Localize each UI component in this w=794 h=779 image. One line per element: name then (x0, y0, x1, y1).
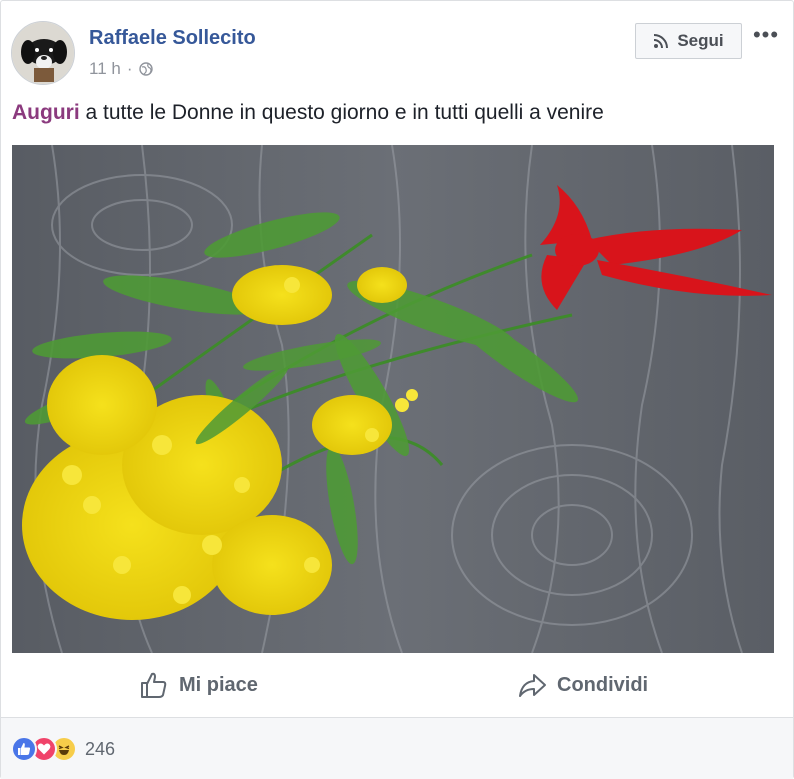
post-time[interactable]: 11 h (89, 59, 121, 79)
like-icon (11, 736, 37, 762)
avatar[interactable] (11, 21, 75, 85)
post-header: Raffaele Sollecito 11 h · Segui ••• (11, 19, 785, 87)
reactions-count: 246 (85, 738, 116, 759)
post-hashtag[interactable]: Auguri (12, 101, 80, 124)
share-arrow-icon (519, 674, 546, 697)
rss-icon (654, 34, 669, 49)
mimosa-photo-image (12, 145, 774, 653)
post-text: Auguri a tutte le Donne in questo giorno… (12, 101, 604, 125)
post-meta: 11 h · (89, 59, 153, 79)
follow-button[interactable]: Segui (635, 23, 742, 59)
reactions-bar: 246 (1, 717, 793, 779)
like-button[interactable]: Mi piace (139, 661, 258, 709)
thumbs-up-icon (141, 672, 167, 698)
share-label: Condividi (557, 673, 649, 696)
author-name[interactable]: Raffaele Sollecito (89, 27, 256, 50)
meta-separator: · (126, 59, 133, 78)
post-card: Raffaele Sollecito 11 h · Segui ••• Augu… (0, 0, 794, 779)
globe-icon[interactable] (138, 62, 153, 76)
more-options-button[interactable]: ••• (751, 24, 781, 46)
reactions-summary[interactable]: 246 (11, 736, 115, 762)
follow-label: Segui (677, 31, 724, 50)
share-button[interactable]: Condividi (517, 661, 648, 709)
post-photo[interactable] (12, 145, 774, 653)
like-label: Mi piace (179, 673, 258, 696)
post-actions: Mi piace Condividi (12, 661, 774, 709)
post-text-body: a tutte le Donne in questo giorno e in t… (79, 101, 604, 124)
avatar-dog-image (12, 22, 74, 84)
